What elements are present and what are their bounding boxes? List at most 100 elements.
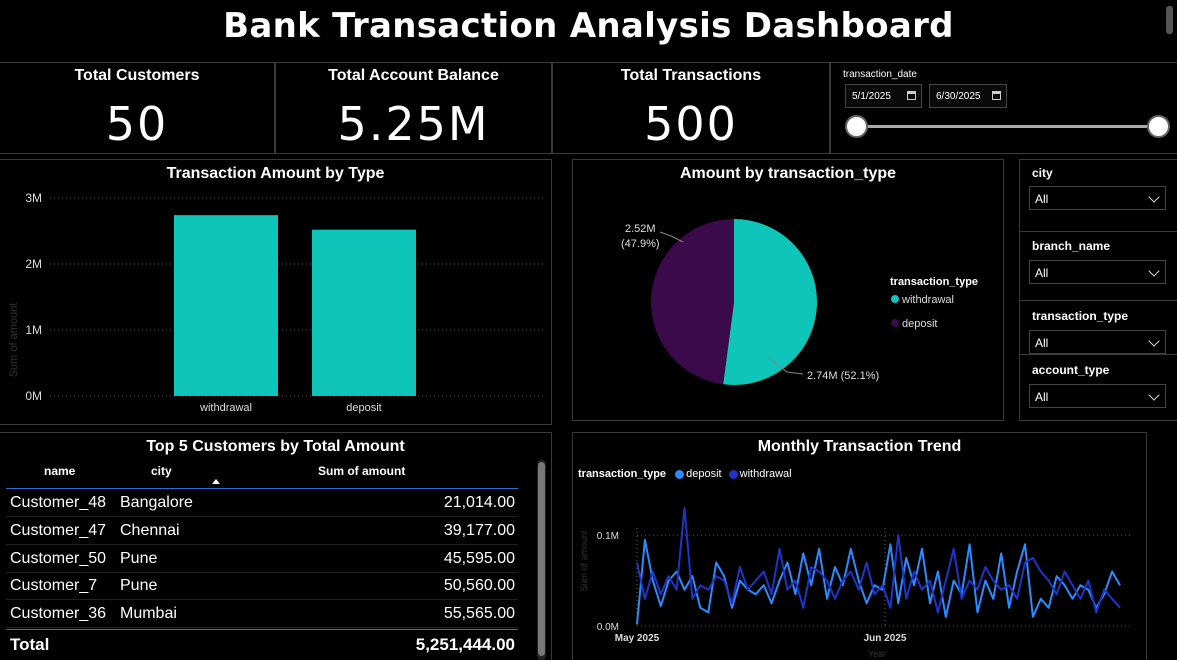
kpi-label: Total Account Balance bbox=[328, 67, 499, 84]
pie-slice-deposit[interactable] bbox=[651, 219, 734, 385]
end-date-input[interactable]: 6/30/2025 bbox=[929, 84, 1007, 108]
bar-withdrawal[interactable] bbox=[174, 215, 278, 396]
table-total-label: Total bbox=[10, 635, 50, 654]
branch-name-dropdown[interactable]: All bbox=[1029, 260, 1166, 284]
pie-label-withdrawal: 2.74M (52.1%) bbox=[807, 370, 879, 382]
kpi-value: 5.25M bbox=[337, 97, 490, 151]
start-date-value: 5/1/2025 bbox=[852, 91, 891, 102]
line-x-tick-label: Jun 2025 bbox=[864, 633, 907, 644]
chevron-down-icon[interactable] bbox=[1148, 191, 1160, 203]
date-range-track[interactable] bbox=[855, 125, 1160, 128]
column-header-city[interactable]: city bbox=[151, 464, 172, 478]
kpi-value: 50 bbox=[105, 97, 169, 151]
line-y-tick-label: 0.1M bbox=[597, 531, 619, 542]
kpi-label: Total Transactions bbox=[620, 67, 762, 84]
table-row[interactable]: Customer_36 Mumbai 55,565.00 bbox=[6, 600, 518, 628]
cell-amount: 50,560.00 bbox=[443, 577, 515, 594]
kpi-label: Total Customers bbox=[74, 67, 200, 84]
kpi-card-total-customers: Total Customers 50 bbox=[0, 62, 275, 154]
cell-name: Customer_50 bbox=[10, 550, 107, 567]
transaction-type-dropdown[interactable]: All bbox=[1029, 330, 1166, 354]
bar-y-tick-label: 3M bbox=[25, 191, 42, 205]
bar-chart-card: Transaction Amount by Type Sum of amount… bbox=[0, 159, 552, 425]
bar-y-tick-label: 0M bbox=[25, 389, 42, 403]
kpi-card-total-transactions: Total Transactions 500 bbox=[552, 62, 830, 154]
bar-y-tick-label: 1M bbox=[25, 323, 42, 337]
table-scrollbar[interactable] bbox=[537, 460, 546, 660]
account-type-dropdown[interactable]: All bbox=[1029, 384, 1166, 408]
bar-deposit[interactable] bbox=[312, 229, 416, 396]
slicer-branch-name: branch_name All bbox=[1020, 233, 1177, 301]
pie-chart-card: Amount by transaction_type 2.52M (47.9%)… bbox=[572, 159, 1004, 421]
table-row[interactable]: Customer_7 Pune 50,560.00 bbox=[6, 572, 518, 600]
dropdown-value: All bbox=[1035, 266, 1049, 280]
pie-legend-deposit[interactable]: deposit bbox=[902, 318, 937, 330]
sort-ascending-icon[interactable] bbox=[212, 479, 220, 484]
cell-city: Chennai bbox=[120, 522, 180, 539]
bar-x-tick-label: deposit bbox=[346, 402, 381, 414]
cell-name: Customer_36 bbox=[10, 605, 107, 622]
pie-label-deposit-value: 2.52M bbox=[625, 223, 656, 235]
pie-legend-dot-deposit bbox=[891, 319, 899, 327]
kpi-value: 500 bbox=[644, 97, 738, 151]
bar-y-tick-label: 2M bbox=[25, 257, 42, 271]
line-y-tick-label: 0.0M bbox=[597, 622, 619, 633]
table-title: Top 5 Customers by Total Amount bbox=[146, 438, 405, 455]
column-header-amount[interactable]: Sum of amount bbox=[318, 464, 405, 478]
table-scrollbar-thumb[interactable] bbox=[538, 462, 545, 656]
dropdown-value: All bbox=[1035, 390, 1049, 404]
kpi-card-total-balance: Total Account Balance 5.25M bbox=[275, 62, 552, 154]
table-row[interactable]: Customer_50 Pune 45,595.00 bbox=[6, 545, 518, 573]
date-slicer-label: transaction_date bbox=[843, 69, 917, 80]
pie-leader-deposit bbox=[659, 231, 684, 243]
slicer-label: account_type bbox=[1032, 363, 1110, 377]
dashboard-title: Bank Transaction Analysis Dashboard bbox=[223, 6, 954, 46]
date-range-end-handle[interactable] bbox=[1147, 115, 1170, 138]
city-dropdown[interactable]: All bbox=[1029, 186, 1166, 210]
page-scrollbar[interactable] bbox=[1166, 6, 1173, 34]
pie-legend-dot-withdrawal bbox=[891, 295, 899, 303]
date-range-start-handle[interactable] bbox=[845, 115, 868, 138]
cell-amount: 45,595.00 bbox=[443, 550, 515, 567]
cell-amount: 55,565.00 bbox=[443, 605, 515, 622]
cell-amount: 21,014.00 bbox=[443, 494, 515, 511]
table-total-value: 5,251,444.00 bbox=[415, 635, 515, 654]
slicer-label: transaction_type bbox=[1032, 309, 1129, 323]
pie-chart: 2.52M (47.9%) 2.74M (52.1%) transaction_… bbox=[621, 219, 978, 385]
line-series-withdrawal[interactable] bbox=[636, 507, 1121, 614]
cell-name: Customer_7 bbox=[10, 577, 98, 594]
bar-y-axis-label: Sum of amount bbox=[8, 303, 20, 378]
dropdown-value: All bbox=[1035, 336, 1049, 350]
chevron-down-icon[interactable] bbox=[1148, 265, 1160, 277]
table-row[interactable]: Customer_48 Bangalore 21,014.00 bbox=[6, 489, 518, 517]
pie-legend-withdrawal[interactable]: withdrawal bbox=[901, 294, 954, 306]
line-x-tick-label: May 2025 bbox=[615, 633, 660, 644]
slicer-transaction-type: transaction_type All bbox=[1020, 302, 1177, 355]
cell-city: Bangalore bbox=[120, 494, 193, 511]
line-chart: Sum of amount Year 0.1M 0.0MMay 2025 Jun 2… bbox=[579, 507, 1130, 659]
line-y-axis-label: Sum of amount bbox=[579, 530, 589, 592]
calendar-icon[interactable] bbox=[992, 91, 1001, 100]
cell-city: Mumbai bbox=[120, 605, 177, 622]
pie-label-deposit-pct: (47.9%) bbox=[621, 238, 660, 250]
calendar-icon[interactable] bbox=[907, 91, 916, 100]
bar-x-tick-label: withdrawal bbox=[199, 402, 252, 414]
cell-amount: 39,177.00 bbox=[443, 522, 515, 539]
slicer-label: branch_name bbox=[1032, 239, 1111, 253]
slicer-account-type: account_type All bbox=[1020, 356, 1177, 420]
cell-city: Pune bbox=[120, 550, 158, 567]
chevron-down-icon[interactable] bbox=[1148, 335, 1160, 347]
line-series-deposit[interactable] bbox=[636, 538, 1121, 625]
column-header-name[interactable]: name bbox=[44, 464, 75, 478]
table-row[interactable]: Customer_47 Chennai 39,177.00 bbox=[6, 517, 518, 545]
cell-name: Customer_47 bbox=[10, 522, 107, 539]
start-date-input[interactable]: 5/1/2025 bbox=[845, 84, 922, 108]
end-date-value: 6/30/2025 bbox=[936, 91, 981, 102]
slicer-city: city All bbox=[1020, 160, 1177, 232]
table-total-divider bbox=[6, 629, 518, 630]
line-x-axis-label: Year bbox=[868, 649, 886, 659]
pie-slice-withdrawal[interactable] bbox=[723, 219, 818, 385]
chevron-down-icon[interactable] bbox=[1148, 389, 1160, 401]
date-slicer: transaction_date bbox=[830, 62, 1177, 154]
line-chart-card: Monthly Transaction Trend transaction_ty… bbox=[572, 432, 1147, 660]
